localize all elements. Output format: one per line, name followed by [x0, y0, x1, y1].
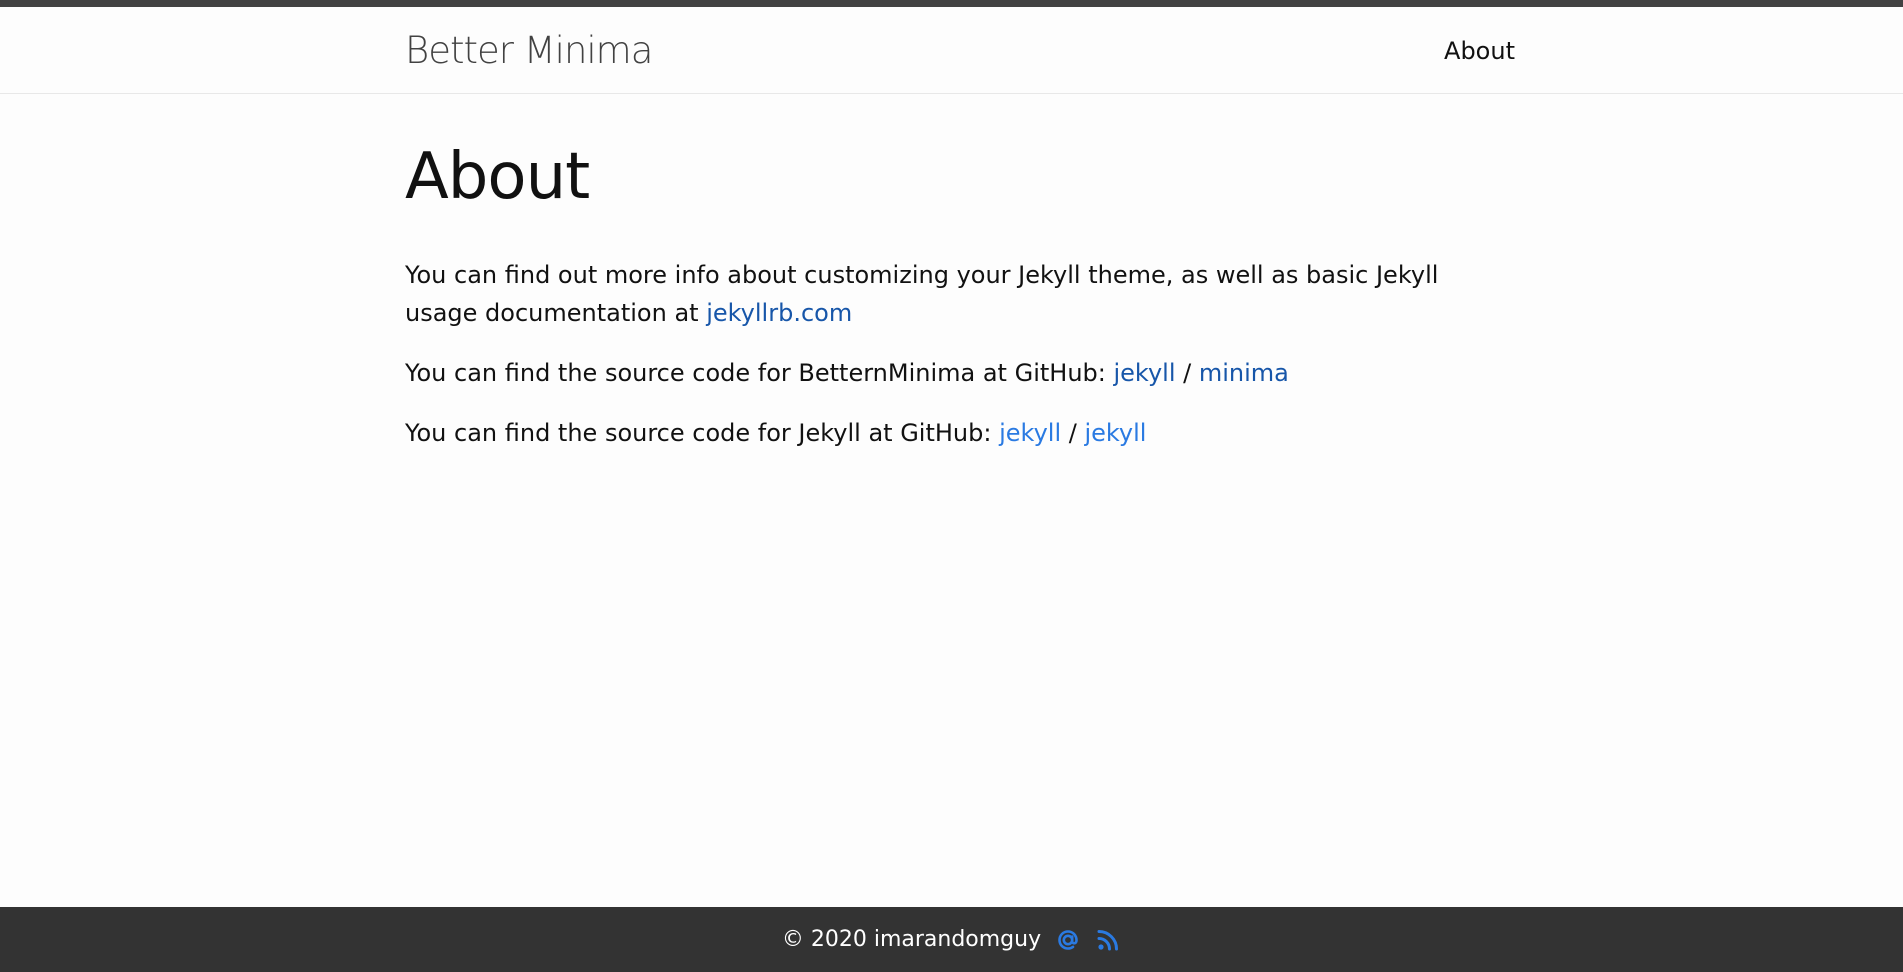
jekyllrb-link[interactable]: jekyllrb.com: [706, 299, 852, 327]
path-separator: /: [1175, 359, 1199, 388]
site-header: Better Minima About: [0, 7, 1903, 94]
site-footer: © 2020 imarandomguy: [0, 907, 1903, 972]
github-user-jekyll-link[interactable]: jekyll: [1113, 359, 1175, 387]
paragraph-text: You can find out more info about customi…: [405, 261, 1439, 328]
path-separator: /: [1061, 419, 1085, 448]
github-repo-minima-link[interactable]: minima: [1199, 359, 1289, 387]
github-user-jekyll-link-2[interactable]: jekyll: [999, 419, 1061, 447]
github-repo-jekyll-link[interactable]: jekyll: [1084, 419, 1146, 447]
top-accent-bar: [0, 0, 1903, 7]
paragraph-jekyll-docs: You can find out more info about customi…: [405, 256, 1495, 332]
paragraph-jekyll-source: You can find the source code for Jekyll …: [405, 414, 1495, 452]
rss-icon[interactable]: [1095, 927, 1121, 953]
site-nav: About: [1444, 37, 1515, 65]
paragraph-text: You can find the source code for Bettern…: [405, 359, 1114, 388]
paragraph-minima-source: You can find the source code for Bettern…: [405, 354, 1495, 392]
page-title: About: [405, 140, 590, 214]
paragraph-text: You can find the source code for Jekyll …: [405, 419, 1000, 448]
content-wrapper: About You can find out more info about c…: [405, 142, 1515, 452]
footer-copyright: © 2020 imarandomguy: [781, 927, 1042, 952]
email-icon[interactable]: [1055, 927, 1081, 953]
nav-link-about[interactable]: About: [1444, 37, 1515, 65]
page-content: About You can find out more info about c…: [0, 94, 1903, 452]
header-wrapper: Better Minima About: [405, 7, 1515, 94]
post-content: You can find out more info about customi…: [405, 256, 1515, 452]
site-title-link[interactable]: Better Minima: [405, 29, 653, 72]
